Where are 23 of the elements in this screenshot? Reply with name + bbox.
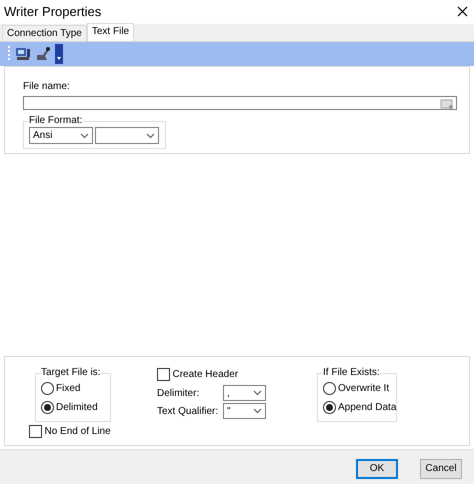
tab[interactable]: Text File — [86, 23, 134, 41]
tab[interactable]: Connection Type — [2, 25, 87, 41]
dialog-button[interactable]: OK — [356, 458, 398, 478]
dialog-button[interactable]: Cancel — [420, 458, 462, 478]
checkbox-label: Create Header — [172, 368, 238, 382]
dropdown-value: " — [227, 404, 231, 418]
dropdown-value: , — [227, 386, 230, 400]
field-label: Delimiter: — [157, 386, 200, 400]
qualifier-dropdown[interactable]: " — [223, 403, 266, 419]
encoding-dropdown[interactable]: Ansi — [29, 127, 93, 144]
radio-label: Append Data — [338, 401, 396, 415]
window-title: Writer Properties — [4, 3, 102, 22]
field-label: File name: — [23, 80, 71, 94]
radio-label: Overwrite It — [338, 382, 390, 396]
group-label: Target File is: — [41, 367, 100, 379]
dropdown-value: Ansi — [33, 129, 52, 143]
field-label: Text Qualifier: — [157, 404, 220, 418]
radio-label: Fixed — [56, 382, 80, 396]
delimiter-dropdown[interactable]: , — [223, 385, 266, 401]
radio-label: Delimited — [56, 401, 98, 415]
checkbox-label: No End of Line — [44, 425, 111, 439]
group-label: If File Exists: — [323, 367, 380, 379]
group-label: File Format: — [29, 115, 82, 127]
